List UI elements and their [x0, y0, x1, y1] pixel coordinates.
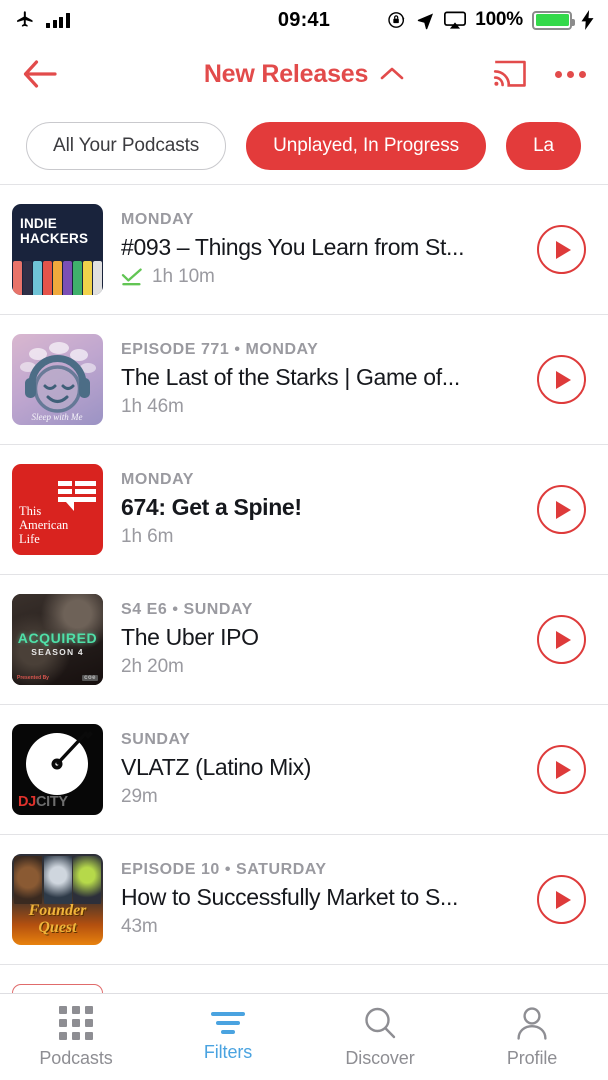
- tab-label-podcasts: Podcasts: [39, 1047, 113, 1068]
- filter-icon: [211, 1011, 245, 1034]
- filter-chip-partial[interactable]: La: [506, 122, 581, 170]
- battery-percent-label: 100%: [475, 9, 523, 30]
- tab-filters[interactable]: Filters: [152, 994, 304, 1080]
- downloaded-check-icon: [121, 268, 142, 286]
- chevron-up-icon[interactable]: [380, 66, 404, 82]
- episode-subline: 2h 20m: [121, 656, 519, 678]
- more-options-icon[interactable]: [555, 70, 586, 78]
- rotation-lock-icon: [388, 12, 405, 28]
- back-arrow-icon[interactable]: [22, 59, 58, 89]
- tab-podcasts[interactable]: Podcasts: [0, 994, 152, 1080]
- episode-eyebrow: EPISODE 10 • SATURDAY: [121, 861, 327, 878]
- filter-chip-bar[interactable]: All Your Podcasts Unplayed, In Progress …: [0, 108, 608, 184]
- chromecast-icon[interactable]: [493, 59, 527, 89]
- tab-label-profile: Profile: [506, 1047, 558, 1068]
- episode-subline: 29m: [121, 786, 519, 808]
- episode-list[interactable]: INDIE HACKERS MONDAY #093 – Things You Le…: [0, 184, 608, 993]
- status-bar: 09:41 100%: [0, 0, 608, 40]
- episode-eyebrow: SUNDAY: [121, 731, 191, 748]
- this-american-life-artwork: This American Life: [12, 464, 103, 555]
- episode-meta: EPISODE 771 • MONDAY The Last of the Sta…: [121, 341, 519, 418]
- tab-label-discover: Discover: [345, 1047, 415, 1068]
- svg-text:Sleep with Me: Sleep with Me: [32, 412, 83, 422]
- filter-chip-all-your-podcasts[interactable]: All Your Podcasts: [26, 122, 227, 170]
- episode-duration: 1h 6m: [121, 526, 174, 547]
- location-arrow-icon: [417, 13, 434, 29]
- table-row[interactable]: Sleep with Me EPISODE 771 • MONDAY The L…: [0, 315, 608, 445]
- founderquest-artwork: Founder Quest: [12, 854, 103, 945]
- episode-subline: 1h 46m: [121, 396, 519, 418]
- episode-eyebrow: S4 E6 • SUNDAY: [121, 601, 253, 618]
- indie-hackers-artwork: INDIE HACKERS: [12, 204, 103, 295]
- acquired-artwork: ACQUIRED SEASON 4 Presented By coe: [12, 594, 103, 685]
- status-bar-left: [14, 10, 70, 30]
- tab-label-filters: Filters: [203, 1041, 253, 1062]
- navigation-bar: New Releases: [0, 40, 608, 108]
- episode-meta: MONDAY #093 – Things You Learn from St..…: [121, 211, 519, 288]
- play-button-icon[interactable]: [537, 875, 586, 924]
- airplay-icon: [444, 11, 467, 29]
- table-row[interactable]: ACQUIRED SEASON 4 Presented By coe S4 E6 …: [0, 575, 608, 705]
- episode-duration: 1h 10m: [152, 266, 215, 287]
- episode-duration: 43m: [121, 916, 158, 937]
- episode-duration: 2h 20m: [121, 656, 184, 677]
- bottom-tab-bar[interactable]: Podcasts Filters Discover Profile: [0, 993, 608, 1080]
- episode-eyebrow: MONDAY: [121, 471, 194, 488]
- play-button-icon[interactable]: [537, 615, 586, 664]
- episode-title: The Last of the Starks | Game of...: [121, 364, 460, 390]
- episode-title: VLATZ (Latino Mix): [121, 754, 312, 780]
- episode-subline: 1h 6m: [121, 526, 519, 548]
- filter-chip-unplayed-in-progress[interactable]: Unplayed, In Progress: [246, 122, 487, 170]
- play-button-icon[interactable]: [537, 225, 586, 274]
- battery-icon: [532, 10, 575, 30]
- djcity-artwork: DJCITY: [12, 724, 103, 815]
- episode-eyebrow: EPISODE 771 • MONDAY: [121, 341, 319, 358]
- episode-subline: 43m: [121, 916, 519, 938]
- episode-title: The Uber IPO: [121, 624, 259, 650]
- signal-bars-icon: [46, 12, 70, 28]
- episode-title: #093 – Things You Learn from St...: [121, 234, 465, 260]
- lightning-bolt-icon: [581, 10, 594, 30]
- episode-meta: MONDAY 674: Get a Spine! 1h 6m: [121, 471, 519, 548]
- episode-title: 674: Get a Spine!: [121, 494, 302, 520]
- airplane-icon: [17, 11, 33, 27]
- page-title: New Releases: [203, 59, 369, 88]
- person-icon: [517, 1006, 547, 1040]
- search-icon: [365, 1007, 396, 1038]
- table-row[interactable]: SATURDAY: [0, 965, 608, 993]
- table-row[interactable]: This American Life MONDAY 674: Get a Spine…: [0, 445, 608, 575]
- tab-profile[interactable]: Profile: [456, 994, 608, 1080]
- episode-title: How to Successfully Market to S...: [121, 884, 459, 910]
- episode-meta: SUNDAY VLATZ (Latino Mix) 29m: [121, 731, 519, 808]
- grid-icon: [59, 1005, 93, 1040]
- table-row[interactable]: INDIE HACKERS MONDAY #093 – Things You Le…: [0, 185, 608, 315]
- tab-discover[interactable]: Discover: [304, 994, 456, 1080]
- play-button-icon[interactable]: [537, 745, 586, 794]
- play-button-icon[interactable]: [537, 355, 586, 404]
- partial-artwork: [12, 984, 103, 993]
- episode-meta: EPISODE 10 • SATURDAY How to Successfull…: [121, 861, 519, 938]
- sleep-with-me-artwork: Sleep with Me: [12, 334, 103, 425]
- episode-duration: 1h 46m: [121, 396, 184, 417]
- episode-meta: S4 E6 • SUNDAY The Uber IPO 2h 20m: [121, 601, 519, 678]
- episode-duration: 29m: [121, 786, 158, 807]
- play-button-icon[interactable]: [537, 485, 586, 534]
- table-row[interactable]: DJCITY SUNDAY VLATZ (Latino Mix) 29m: [0, 705, 608, 835]
- episode-eyebrow: MONDAY: [121, 211, 194, 228]
- episode-subline: 1h 10m: [121, 266, 519, 288]
- status-bar-right: 100%: [387, 9, 594, 31]
- table-row[interactable]: Founder Quest EPISODE 10 • SATURDAY How t…: [0, 835, 608, 965]
- nav-actions: [493, 59, 586, 89]
